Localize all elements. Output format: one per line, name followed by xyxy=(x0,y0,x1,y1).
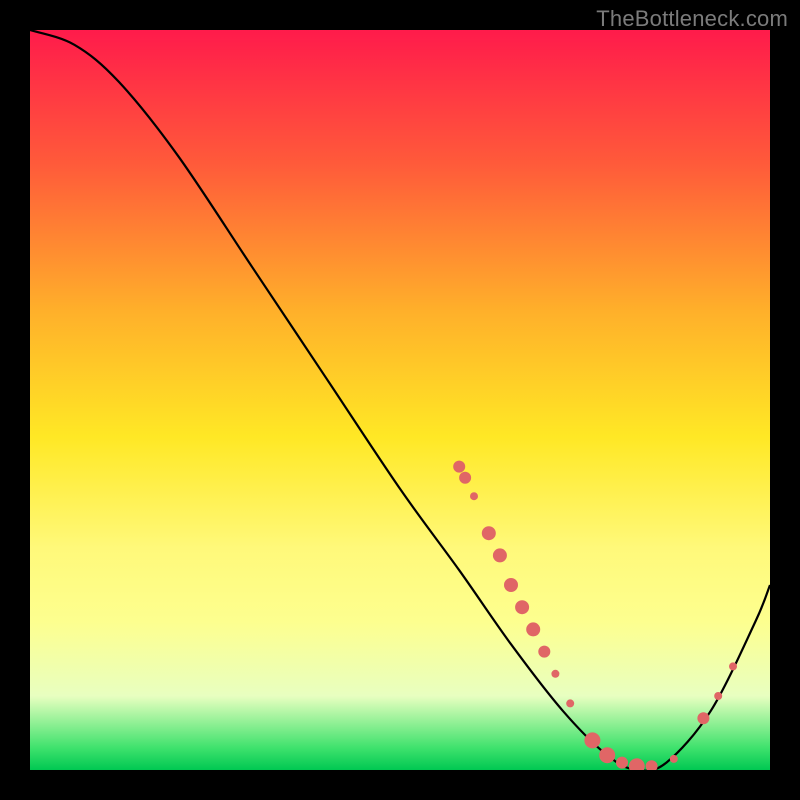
highlight-dot xyxy=(504,578,518,592)
watermark-text: TheBottleneck.com xyxy=(596,6,788,32)
highlight-dot xyxy=(459,472,471,484)
highlight-dot xyxy=(714,692,722,700)
highlight-dot xyxy=(470,492,478,500)
outer-frame: TheBottleneck.com xyxy=(0,0,800,800)
highlight-dot xyxy=(493,548,507,562)
highlight-dot xyxy=(616,757,628,769)
highlight-dot xyxy=(697,712,709,724)
highlight-dot xyxy=(729,662,737,670)
chart-svg xyxy=(30,30,770,770)
highlight-dot xyxy=(551,670,559,678)
highlight-dots-group xyxy=(453,461,737,770)
highlight-dot xyxy=(538,646,550,658)
highlight-dot xyxy=(629,758,645,770)
highlight-dot xyxy=(599,747,615,763)
highlight-dot xyxy=(646,760,658,770)
bottleneck-curve xyxy=(30,30,770,770)
highlight-dot xyxy=(515,600,529,614)
highlight-dot xyxy=(670,755,678,763)
highlight-dot xyxy=(566,699,574,707)
highlight-dot xyxy=(584,732,600,748)
highlight-dot xyxy=(526,622,540,636)
plot-area xyxy=(30,30,770,770)
highlight-dot xyxy=(482,526,496,540)
highlight-dot xyxy=(453,461,465,473)
